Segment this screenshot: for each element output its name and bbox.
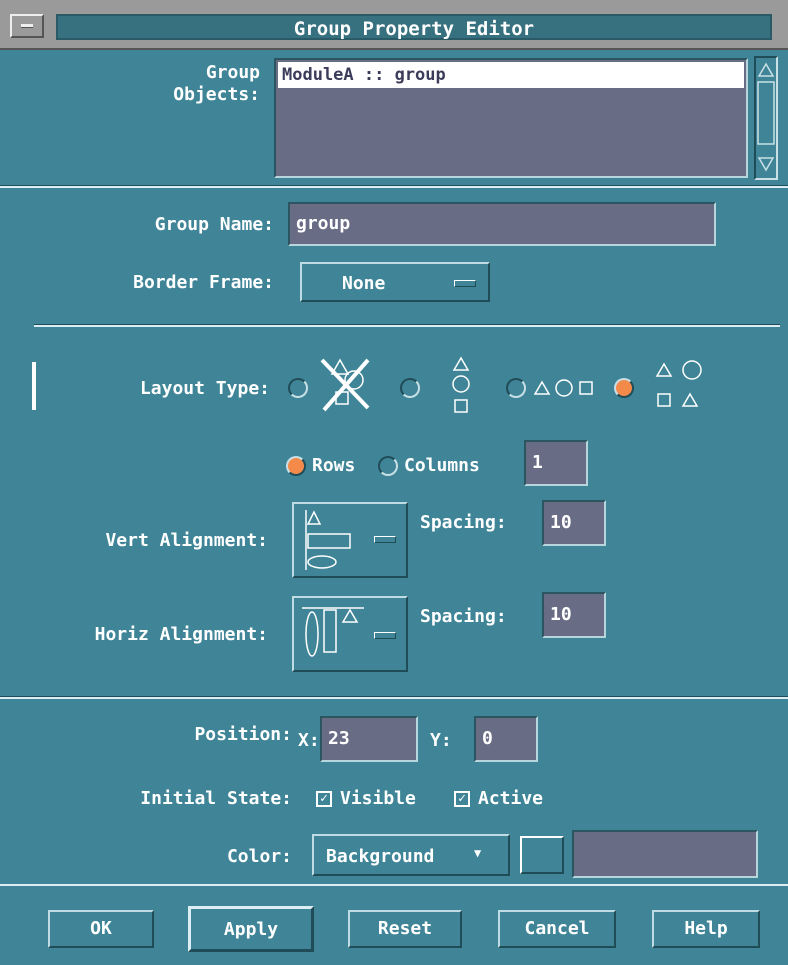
cancel-button[interactable]: Cancel <box>498 910 616 948</box>
position-y-input[interactable]: 0 <box>474 716 538 762</box>
list-scrollbar[interactable] <box>754 56 778 180</box>
initial-state-label: Initial State: <box>140 788 292 809</box>
active-label: Active <box>478 788 544 809</box>
separator <box>0 696 788 699</box>
separator <box>0 185 788 188</box>
scroll-arrows-icon[interactable] <box>756 58 776 178</box>
position-x-input[interactable]: 23 <box>320 716 418 762</box>
rows-columns-count-input[interactable]: 1 <box>524 440 588 486</box>
vert-alignment-icon <box>305 510 351 570</box>
layout-type-label: Layout Type: <box>139 378 270 399</box>
horiz-spacing-input[interactable]: 10 <box>542 592 606 638</box>
layout-horizontal-icon <box>533 379 593 397</box>
option-menu-icon <box>374 536 396 543</box>
vert-alignment-label: Vert Alignment: <box>105 530 268 551</box>
color-text-input[interactable] <box>572 830 758 878</box>
columns-radio[interactable] <box>378 456 398 476</box>
border-frame-value: None <box>342 273 386 294</box>
option-menu-icon <box>454 280 476 287</box>
layout-grid-icon <box>655 360 702 407</box>
list-item[interactable]: ModuleA :: group <box>278 62 744 88</box>
visible-label: Visible <box>340 788 416 809</box>
group-property-editor-window: Group Property Editor Group Objects: Mod… <box>0 0 788 965</box>
group-objects-label: Group Objects: <box>173 62 260 105</box>
color-option-menu[interactable]: Background ▼ <box>312 834 510 876</box>
horiz-alignment-label: Horiz Alignment: <box>94 624 268 645</box>
vert-spacing-label: Spacing: <box>420 512 507 533</box>
color-swatch[interactable] <box>520 836 564 874</box>
help-button[interactable]: Help <box>652 910 760 948</box>
title-bar[interactable]: Group Property Editor <box>0 0 788 50</box>
position-label: Position: <box>194 724 292 745</box>
rows-radio[interactable] <box>286 456 306 476</box>
layout-vertical-icon <box>452 356 470 413</box>
position-x-label: X: <box>298 730 320 751</box>
visible-checkbox[interactable]: ✓ <box>316 791 332 807</box>
layout-vertical-radio[interactable] <box>400 378 420 398</box>
focus-indicator <box>32 362 36 410</box>
horiz-alignment-option-menu[interactable] <box>292 596 408 672</box>
horiz-alignment-icon <box>302 607 364 657</box>
window-title: Group Property Editor <box>56 14 772 40</box>
group-name-input[interactable]: group <box>288 202 716 246</box>
layout-horizontal-radio[interactable] <box>506 378 526 398</box>
border-frame-option-menu[interactable]: None <box>300 262 490 302</box>
color-value: Background <box>326 846 435 867</box>
reset-button[interactable]: Reset <box>348 910 462 948</box>
group-objects-list[interactable]: ModuleA :: group <box>274 58 748 178</box>
window-menu-button[interactable] <box>10 14 44 38</box>
ok-button[interactable]: OK <box>48 910 154 948</box>
button-bar: OK Apply Reset Cancel Help <box>0 884 788 965</box>
layout-none-radio[interactable] <box>288 378 308 398</box>
active-checkbox[interactable]: ✓ <box>454 791 470 807</box>
horiz-spacing-label: Spacing: <box>420 606 507 627</box>
apply-button[interactable]: Apply <box>188 906 314 952</box>
separator <box>34 324 780 327</box>
border-frame-label: Border Frame: <box>133 272 274 293</box>
layout-grid-radio[interactable] <box>614 378 634 398</box>
vert-alignment-option-menu[interactable] <box>292 502 408 578</box>
vert-spacing-input[interactable]: 10 <box>542 500 606 546</box>
layout-none-icon <box>320 358 370 412</box>
rows-label: Rows <box>312 455 356 476</box>
chevron-down-icon: ▼ <box>474 846 482 860</box>
color-label: Color: <box>226 846 292 867</box>
position-y-label: Y: <box>430 730 452 751</box>
columns-label: Columns <box>404 455 480 476</box>
group-name-label: Group Name: <box>154 214 274 235</box>
option-menu-icon <box>374 632 396 639</box>
